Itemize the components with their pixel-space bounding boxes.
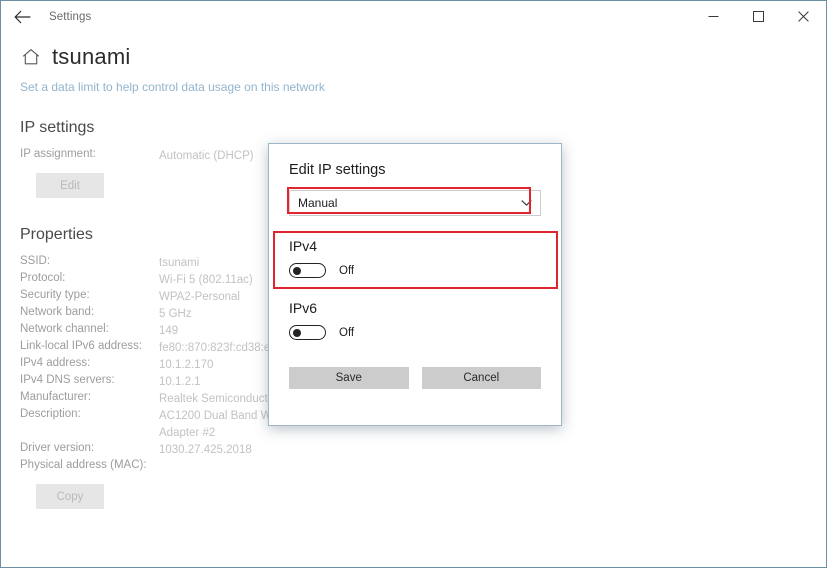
chevron-down-icon — [521, 200, 532, 206]
close-icon — [798, 11, 809, 22]
dialog-body: Edit IP settings Manual IPv4 Off IPv6 Of… — [269, 144, 561, 389]
row-key: Security type: — [20, 289, 90, 301]
row-key: Driver version: — [20, 442, 95, 454]
row-key: IPv4 address: — [20, 357, 91, 369]
back-button[interactable] — [1, 1, 43, 32]
ipv4-toggle[interactable] — [289, 263, 326, 278]
row-key: Manufacturer: — [20, 391, 91, 403]
row-value: Automatic (DHCP) — [159, 150, 254, 162]
window-controls — [691, 1, 826, 32]
table-row: Driver version: 1030.27.425.2018 — [20, 442, 332, 459]
row-key: IP assignment: — [20, 148, 96, 160]
home-icon[interactable] — [20, 46, 42, 68]
edit-button[interactable]: Edit — [36, 173, 104, 198]
ipv6-block: IPv6 Off — [289, 300, 541, 340]
ipv4-toggle-state: Off — [339, 264, 355, 277]
ipv4-block: IPv4 Off — [289, 238, 541, 278]
back-arrow-icon — [13, 10, 30, 23]
row-key: Network band: — [20, 306, 95, 318]
row-key: IPv4 DNS servers: — [20, 374, 115, 386]
ipv6-label: IPv6 — [289, 300, 318, 316]
row-key: SSID: — [20, 255, 51, 267]
maximize-icon — [753, 11, 764, 22]
dialog-actions: Save Cancel — [289, 367, 541, 389]
page-title: tsunami — [52, 44, 131, 69]
app-title: Settings — [49, 10, 92, 23]
close-button[interactable] — [781, 1, 826, 32]
dialog-title: Edit IP settings — [289, 162, 386, 178]
row-key: Protocol: — [20, 272, 66, 284]
ipv6-toggle-row: Off — [289, 325, 541, 340]
settings-window: Settings tsunami Set a data limit to hel… — [0, 0, 827, 568]
row-key: Network channel: — [20, 323, 109, 335]
title-bar: Settings — [1, 1, 826, 32]
page-header: tsunami — [1, 44, 826, 70]
ip-settings-table: IP assignment: Automatic (DHCP) — [20, 148, 254, 165]
maximize-button[interactable] — [736, 1, 781, 32]
row-value: 1030.27.425.2018 — [159, 444, 252, 456]
ipv6-toggle[interactable] — [289, 325, 326, 340]
ipv4-toggle-row: Off — [289, 263, 541, 278]
row-key: Link-local IPv6 address: — [20, 340, 143, 352]
row-key: Physical address (MAC): — [20, 459, 147, 471]
minimize-button[interactable] — [691, 1, 736, 32]
toggle-knob — [293, 328, 301, 337]
assignment-select-value: Manual — [298, 196, 338, 210]
ipv6-toggle-state: Off — [339, 326, 355, 339]
data-limit-link[interactable]: Set a data limit to help control data us… — [20, 80, 826, 94]
table-row: IP assignment: Automatic (DHCP) — [20, 148, 254, 165]
table-row: Physical address (MAC): — [20, 459, 332, 476]
assignment-select[interactable]: Manual — [289, 190, 541, 216]
edit-ip-settings-dialog: Edit IP settings Manual IPv4 Off IPv6 Of… — [268, 143, 562, 426]
row-key: Description: — [20, 408, 81, 420]
ip-settings-title: IP settings — [20, 119, 95, 136]
save-button[interactable]: Save — [289, 367, 409, 389]
toggle-knob — [293, 266, 301, 275]
cancel-button[interactable]: Cancel — [421, 367, 541, 389]
ipv4-label: IPv4 — [289, 238, 318, 254]
row-value — [159, 459, 332, 476]
minimize-icon — [708, 16, 719, 17]
copy-button[interactable]: Copy — [36, 484, 104, 509]
